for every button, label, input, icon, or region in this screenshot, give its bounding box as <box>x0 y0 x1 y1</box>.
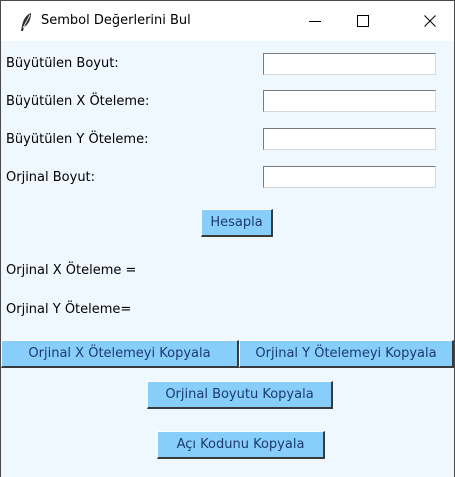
minimize-icon <box>308 12 321 31</box>
maximize-button[interactable] <box>340 1 385 41</box>
original-x-offset-result: Orjinal X Öteleme = <box>6 263 137 278</box>
window-title: Sembol Değerlerini Bul <box>41 13 191 28</box>
enlarged-x-offset-label: Büyütülen X Öteleme: <box>6 94 150 109</box>
form-area: Büyütülen Boyut: Büyütülen X Öteleme: Bü… <box>1 41 454 477</box>
original-y-offset-result: Orjinal Y Öteleme= <box>6 302 132 317</box>
close-icon <box>423 12 436 31</box>
copy-x-offset-button[interactable]: Orjinal X Ötelemeyi Kopyala <box>1 340 239 368</box>
original-size-label: Orjinal Boyut: <box>6 170 96 185</box>
app-window: Sembol Değerlerini Bul Büyütülen Boyut: … <box>0 0 455 477</box>
enlarged-y-offset-label: Büyütülen Y Öteleme: <box>6 132 149 147</box>
copy-angle-code-button[interactable]: Açı Kodunu Kopyala <box>157 431 325 459</box>
title-bar[interactable]: Sembol Değerlerini Bul <box>1 1 454 41</box>
enlarged-size-label: Büyütülen Boyut: <box>6 56 119 71</box>
enlarged-y-offset-input[interactable] <box>263 128 436 150</box>
calculate-button[interactable]: Hesapla <box>201 209 273 237</box>
copy-original-size-button[interactable]: Orjinal Boyutu Kopyala <box>147 381 333 409</box>
enlarged-x-offset-input[interactable] <box>263 90 436 112</box>
copy-y-offset-button[interactable]: Orjinal Y Ötelemeyi Kopyala <box>239 340 454 368</box>
close-button[interactable] <box>407 1 452 41</box>
maximize-icon <box>356 12 369 31</box>
minimize-button[interactable] <box>292 1 337 41</box>
feather-icon <box>19 12 33 32</box>
enlarged-size-input[interactable] <box>263 53 436 75</box>
original-size-input[interactable] <box>263 166 436 188</box>
